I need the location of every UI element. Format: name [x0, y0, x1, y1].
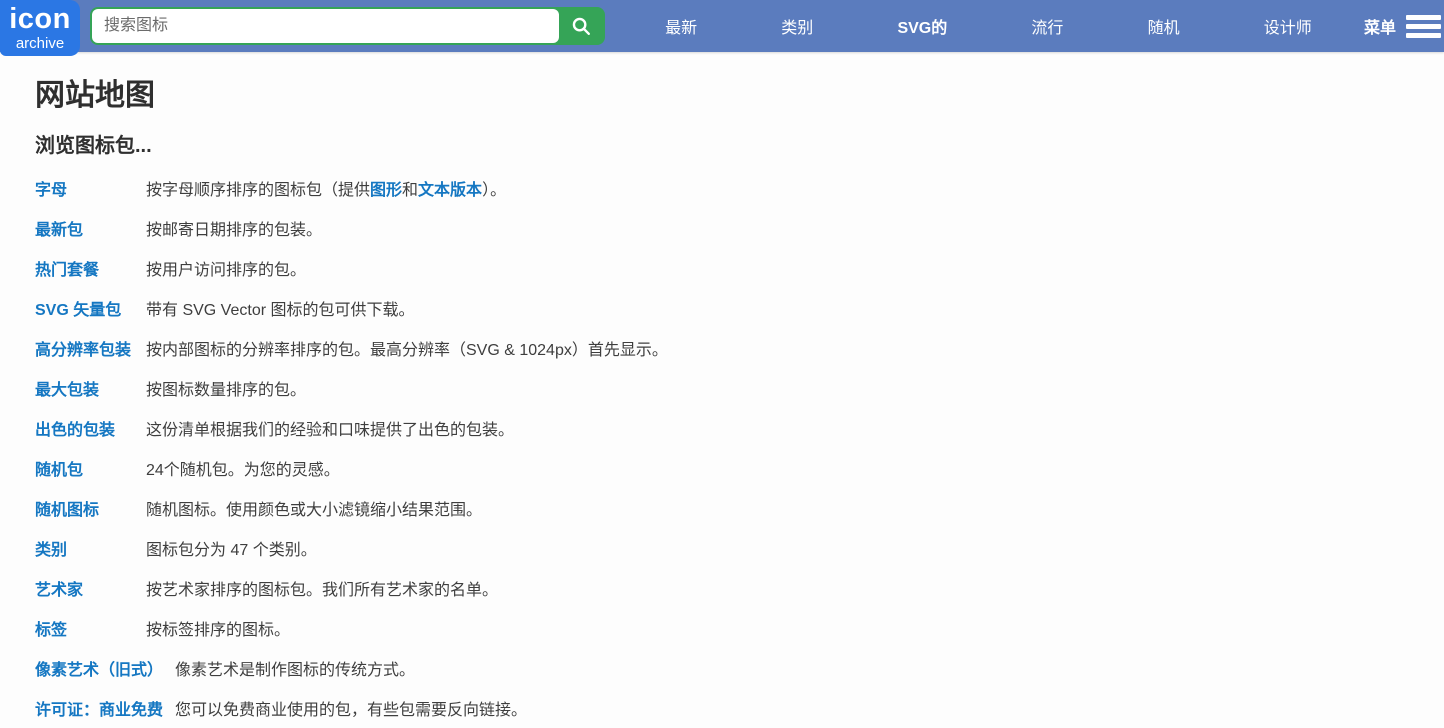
logo[interactable]: icon archive [0, 0, 80, 56]
sitemap-desc: 带有 SVG Vector 图标的包可供下载。 [146, 302, 415, 319]
sitemap-row: 字母 按字母顺序排序的图标包（提供图形和文本版本）。 [35, 168, 1444, 208]
sitemap-link-newest-packs[interactable]: 最新包 [35, 216, 146, 240]
inline-link-graphic[interactable]: 图形 [370, 182, 402, 199]
sitemap-row: 热门套餐 按用户访问排序的包。 [35, 248, 1444, 288]
sitemap-row: 随机包 24个随机包。为您的灵感。 [35, 448, 1444, 488]
nav-item-random[interactable]: 随机 [1148, 14, 1180, 38]
sitemap-row: 类别 图标包分为 47 个类别。 [35, 528, 1444, 568]
sitemap-row: 艺术家 按艺术家排序的图标包。我们所有艺术家的名单。 [35, 568, 1444, 608]
sitemap-list: 字母 按字母顺序排序的图标包（提供图形和文本版本）。 最新包 按邮寄日期排序的包… [35, 168, 1444, 728]
top-bar: icon archive 最新 类别 SVG的 流行 随机 设计师 菜单 [0, 0, 1444, 56]
sitemap-desc: 按内部图标的分辨率排序的包。最高分辨率（SVG & 1024px）首先显示。 [146, 342, 668, 359]
sitemap-link-largest-packs[interactable]: 最大包装 [35, 376, 146, 400]
sitemap-link-alphabet[interactable]: 字母 [35, 176, 146, 200]
main-nav: 最新 类别 SVG的 流行 随机 设计师 [623, 14, 1354, 38]
sitemap-desc: 像素艺术是制作图标的传统方式。 [175, 662, 416, 679]
sitemap-link-artists[interactable]: 艺术家 [35, 576, 146, 600]
nav-item-svg[interactable]: SVG的 [897, 14, 947, 38]
search-button[interactable] [559, 9, 603, 43]
sitemap-link-tags[interactable]: 标签 [35, 616, 146, 640]
nav-item-latest[interactable]: 最新 [665, 14, 697, 38]
section-heading: 浏览图标包... [35, 135, 152, 157]
page-title: 网站地图 [35, 79, 155, 112]
hamburger-icon [1406, 14, 1441, 38]
sitemap-desc: 按艺术家排序的图标包。我们所有艺术家的名单。 [146, 582, 499, 599]
sitemap-link-popular-packs[interactable]: 热门套餐 [35, 256, 146, 280]
sitemap-desc: 按标签排序的图标。 [146, 622, 291, 639]
nav-item-menu[interactable]: 菜单 [1364, 14, 1444, 38]
sitemap-link-categories[interactable]: 类别 [35, 536, 146, 560]
sitemap-desc: 随机图标。使用颜色或大小滤镜缩小结果范围。 [146, 502, 483, 519]
nav-item-popular[interactable]: 流行 [1031, 14, 1063, 38]
sitemap-desc: 按邮寄日期排序的包装。 [146, 222, 323, 239]
sitemap-row: SVG 矢量包 带有 SVG Vector 图标的包可供下载。 [35, 288, 1444, 328]
sitemap-link-pixel-art[interactable]: 像素艺术（旧式） [35, 656, 175, 680]
sitemap-row: 最新包 按邮寄日期排序的包装。 [35, 208, 1444, 248]
nav-item-categories[interactable]: 类别 [781, 14, 813, 38]
search-form [90, 7, 605, 45]
sitemap-row: 随机图标 随机图标。使用颜色或大小滤镜缩小结果范围。 [35, 488, 1444, 528]
sitemap-row: 高分辨率包装 按内部图标的分辨率排序的包。最高分辨率（SVG & 1024px）… [35, 328, 1444, 368]
sitemap-row: 最大包装 按图标数量排序的包。 [35, 368, 1444, 408]
inline-link-text-version[interactable]: 文本版本 [418, 182, 482, 199]
sitemap-row: 像素艺术（旧式） 像素艺术是制作图标的传统方式。 [35, 648, 1444, 688]
sitemap-row: 标签 按标签排序的图标。 [35, 608, 1444, 648]
sitemap-desc: 24个随机包。为您的灵感。 [146, 462, 340, 479]
sitemap-desc: 按用户访问排序的包。 [146, 262, 307, 279]
sitemap-desc: 图标包分为 47 个类别。 [146, 542, 317, 559]
menu-label: 菜单 [1363, 20, 1396, 37]
sitemap-row: 许可证：商业免费 您可以免费商业使用的包，有些包需要反向链接。 [35, 688, 1444, 728]
sitemap-link-great-packs[interactable]: 出色的包装 [35, 416, 146, 440]
sitemap-link-random-packs[interactable]: 随机包 [35, 456, 146, 480]
sitemap-desc: 按图标数量排序的包。 [146, 382, 307, 399]
sitemap-desc: 您可以免费商业使用的包，有些包需要反向链接。 [175, 702, 528, 719]
sitemap-row: 出色的包装 这份清单根据我们的经验和口味提供了出色的包装。 [35, 408, 1444, 448]
sitemap-link-high-res-packs[interactable]: 高分辨率包装 [35, 336, 146, 360]
sitemap-link-license-commercial-free[interactable]: 许可证：商业免费 [35, 696, 175, 720]
sitemap-desc: 按字母顺序排序的图标包（提供图形和文本版本）。 [146, 182, 507, 199]
nav-item-designers[interactable]: 设计师 [1264, 14, 1312, 38]
search-icon [572, 17, 590, 35]
sitemap-desc: 这份清单根据我们的经验和口味提供了出色的包装。 [146, 422, 515, 439]
sitemap-link-svg-vector-packs[interactable]: SVG 矢量包 [35, 296, 146, 320]
logo-text-archive: archive [15, 35, 65, 52]
main-content: 网站地图 浏览图标包... 字母 按字母顺序排序的图标包（提供图形和文本版本）。… [0, 78, 1444, 728]
sitemap-link-random-icons[interactable]: 随机图标 [35, 496, 146, 520]
logo-text-icon: icon [9, 3, 71, 35]
search-input[interactable] [92, 9, 559, 43]
